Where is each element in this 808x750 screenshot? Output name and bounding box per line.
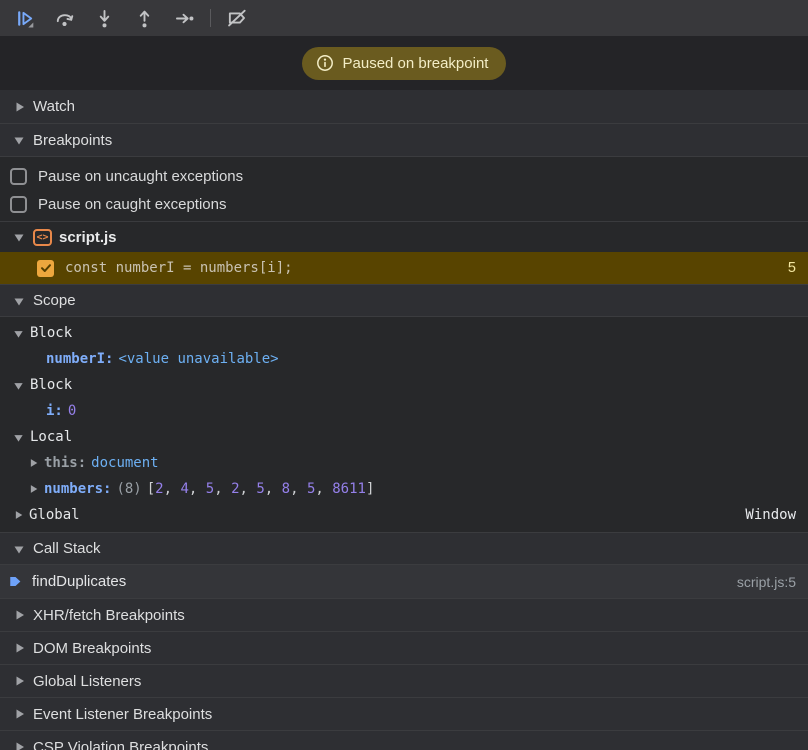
scope-group-name: Block — [30, 325, 72, 341]
step-over-button[interactable] — [44, 3, 84, 33]
section-label: Global Listeners — [33, 673, 141, 690]
chevron-down-icon — [12, 133, 26, 147]
numbers-array: [2, 4, 5, 2, 5, 8, 5, 8611] — [147, 481, 375, 497]
section-scope[interactable]: Scope — [0, 284, 808, 317]
call-stack-frame[interactable]: findDuplicates script.js:5 — [0, 565, 808, 598]
scope-var-numberI[interactable]: numberI: <value unavailable> — [0, 346, 808, 372]
section-breakpoints[interactable]: Breakpoints — [0, 124, 808, 157]
paused-banner: Paused on breakpoint — [302, 47, 507, 80]
chevron-right-icon — [12, 509, 24, 521]
pause-uncaught-row: Pause on uncaught exceptions — [0, 162, 808, 190]
chevron-down-icon — [12, 294, 26, 308]
chevron-down-icon — [12, 327, 25, 340]
section-breakpoints-label: Breakpoints — [33, 132, 112, 149]
section-scope-label: Scope — [33, 292, 76, 309]
breakpoint-checkbox[interactable] — [37, 260, 54, 277]
section-watch-label: Watch — [33, 98, 75, 115]
section-xhr-fetch-breakpoints[interactable]: XHR/fetch Breakpoints — [0, 599, 808, 632]
chevron-right-icon — [12, 674, 26, 688]
breakpoint-code-snippet[interactable]: const numberI = numbers[i]; — [65, 260, 777, 276]
section-watch[interactable]: Watch — [0, 90, 808, 124]
frame-location-link[interactable]: script.js:5 — [737, 574, 796, 590]
section-label: Event Listener Breakpoints — [33, 706, 212, 723]
section-call-stack[interactable]: Call Stack — [0, 532, 808, 565]
paused-banner-text: Paused on breakpoint — [343, 55, 489, 72]
section-dom-breakpoints[interactable]: DOM Breakpoints — [0, 632, 808, 665]
chevron-right-icon — [12, 100, 26, 114]
resume-icon — [14, 8, 35, 29]
toolbar-divider — [210, 9, 211, 27]
section-label: CSP Violation Breakpoints — [33, 739, 208, 750]
step-button[interactable] — [164, 3, 204, 33]
active-frame-arrow-icon — [8, 574, 23, 589]
scope-content: Block numberI: <value unavailable> Block… — [0, 317, 808, 532]
property-value: <value unavailable> — [118, 351, 278, 367]
scope-var-numbers[interactable]: numbers: (8) [2, 4, 5, 2, 5, 8, 5, 8611] — [0, 476, 808, 502]
scope-group-global[interactable]: Global Window — [0, 502, 808, 528]
info-icon — [316, 54, 334, 72]
global-scope-value: Window — [745, 507, 808, 523]
property-key: i: — [46, 403, 63, 419]
scope-group-name: Block — [30, 377, 72, 393]
scope-group-name: Local — [30, 429, 72, 445]
breakpoint-file-name: script.js — [59, 229, 117, 246]
step-out-button[interactable] — [124, 3, 164, 33]
chevron-right-icon — [12, 608, 26, 622]
breakpoint-file-row[interactable]: <> script.js — [0, 221, 808, 252]
chevron-right-icon — [12, 641, 26, 655]
chevron-down-icon — [12, 431, 25, 444]
debugger-toolbar — [0, 0, 808, 36]
step-into-icon — [94, 8, 115, 29]
resume-button[interactable] — [4, 3, 44, 33]
breakpoint-line-number: 5 — [788, 260, 796, 276]
section-csp-violation-breakpoints[interactable]: CSP Violation Breakpoints — [0, 731, 808, 750]
property-key: this: — [44, 455, 86, 471]
frame-function-name: findDuplicates — [32, 573, 126, 590]
scope-group-block-2[interactable]: Block — [0, 372, 808, 398]
array-length-badge: (8) — [116, 481, 141, 497]
section-label: XHR/fetch Breakpoints — [33, 607, 185, 624]
deactivate-breakpoints-icon — [226, 7, 248, 29]
property-value: document — [91, 455, 158, 471]
script-file-icon: <> — [33, 229, 52, 246]
chevron-down-icon — [12, 542, 26, 556]
pause-caught-label: Pause on caught exceptions — [38, 196, 226, 213]
chevron-right-icon — [27, 483, 39, 495]
property-key: numberI: — [46, 351, 113, 367]
pause-caught-checkbox[interactable] — [10, 196, 27, 213]
section-event-listener-breakpoints[interactable]: Event Listener Breakpoints — [0, 698, 808, 731]
step-into-button[interactable] — [84, 3, 124, 33]
property-value: 0 — [68, 403, 76, 419]
chevron-right-icon — [12, 740, 26, 750]
paused-message-area: Paused on breakpoint — [0, 36, 808, 90]
step-icon — [174, 8, 195, 29]
section-call-stack-label: Call Stack — [33, 540, 101, 557]
scope-group-block-1[interactable]: Block — [0, 320, 808, 346]
chevron-right-icon — [27, 457, 39, 469]
section-label: DOM Breakpoints — [33, 640, 151, 657]
check-icon — [40, 262, 52, 274]
property-key: numbers: — [44, 481, 111, 497]
pause-caught-row: Pause on caught exceptions — [0, 190, 808, 218]
pause-uncaught-checkbox[interactable] — [10, 168, 27, 185]
chevron-down-icon — [12, 379, 25, 392]
pause-uncaught-label: Pause on uncaught exceptions — [38, 168, 243, 185]
breakpoint-entry-row[interactable]: const numberI = numbers[i]; 5 — [0, 252, 808, 284]
chevron-right-icon — [12, 707, 26, 721]
step-out-icon — [134, 8, 155, 29]
step-over-icon — [54, 8, 75, 29]
scope-var-this[interactable]: this: document — [0, 450, 808, 476]
section-global-listeners[interactable]: Global Listeners — [0, 665, 808, 698]
scope-var-i[interactable]: i: 0 — [0, 398, 808, 424]
chevron-down-icon — [12, 230, 26, 244]
deactivate-breakpoints-button[interactable] — [217, 3, 257, 33]
breakpoints-content: Pause on uncaught exceptions Pause on ca… — [0, 157, 808, 284]
scope-group-local[interactable]: Local — [0, 424, 808, 450]
scope-group-name: Global — [29, 507, 80, 523]
